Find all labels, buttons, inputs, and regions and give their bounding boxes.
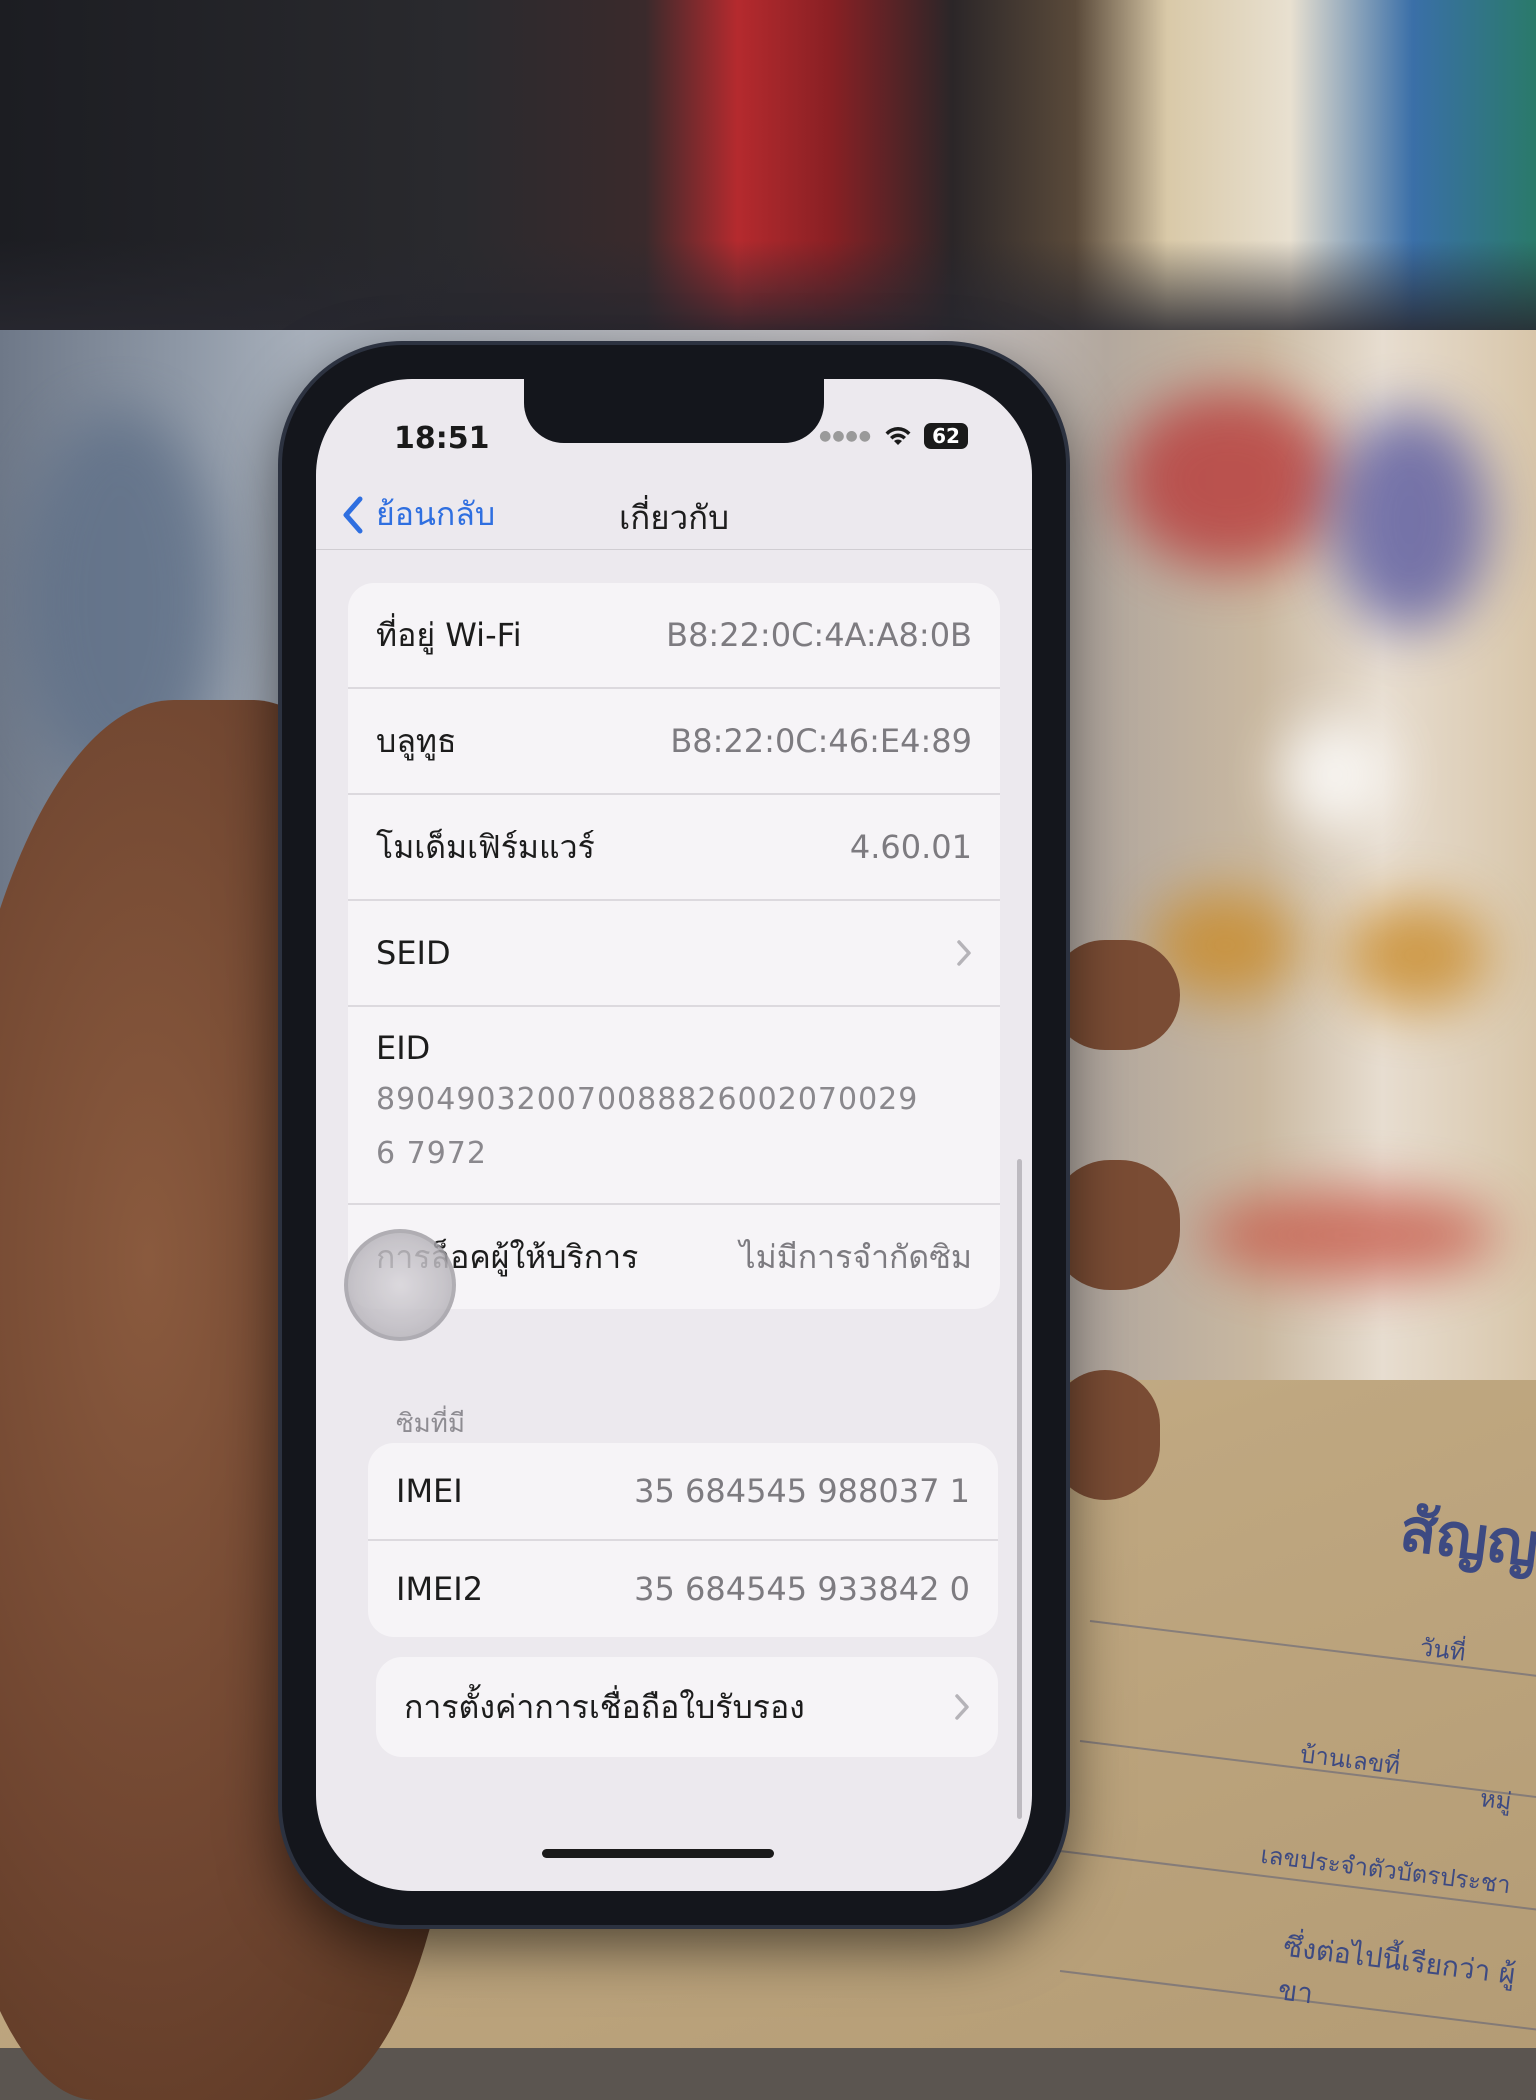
imei2-row: IMEI2 35 684545 933842 0 (368, 1541, 998, 1637)
row-value[interactable]: 35 684545 933842 0 (634, 1570, 970, 1608)
paper-line-text: วันที่ (1418, 1633, 1468, 1667)
notch (524, 379, 824, 443)
cellular-signal-icon: ●●●● (819, 428, 872, 444)
row-label: SEID (376, 934, 451, 972)
device-info-group: ที่อยู่ Wi-Fi B8:22:0C:4A:A8:0B บลูทูธ B… (348, 583, 1000, 1309)
row-value[interactable]: B8:22:0C:46:E4:89 (670, 722, 972, 760)
row-value[interactable]: 4.60.01 (850, 828, 972, 866)
row-label: IMEI (396, 1472, 463, 1510)
row-value: ไม่มีการจำกัดซิม (739, 1237, 973, 1276)
row-label: IMEI2 (396, 1570, 484, 1608)
row-label: บลูทูธ (376, 721, 457, 760)
row-label: EID (376, 1029, 431, 1067)
status-time: 18:51 (394, 421, 490, 456)
finger (1050, 940, 1180, 1050)
eid-row: EID 8904903200700888260020700296 7972 (348, 1007, 1000, 1205)
background-shelf (0, 0, 1536, 330)
seid-row[interactable]: SEID (348, 901, 1000, 1007)
page-title: เกี่ยวกับ (618, 498, 730, 537)
row-label: การตั้งค่าการเชื่อถือใบรับรอง (404, 1687, 805, 1726)
status-indicators: ●●●● 62 (819, 423, 968, 449)
sim-group: IMEI 35 684545 988037 1 IMEI2 35 684545 … (368, 1443, 998, 1637)
certificate-trust-settings-row[interactable]: การตั้งค่าการเชื่อถือใบรับรอง (376, 1657, 998, 1757)
battery-icon: 62 (924, 423, 968, 449)
chevron-right-icon (955, 1694, 969, 1720)
row-label: โมเด็มเฟิร์มแวร์ (376, 827, 595, 866)
paper-heading: สัญญ (1396, 1494, 1536, 1582)
modem-firmware-row: โมเด็มเฟิร์มแวร์ 4.60.01 (348, 795, 1000, 901)
paper-line-text: หมู่ (1478, 1784, 1514, 1816)
wifi-address-row: ที่อยู่ Wi-Fi B8:22:0C:4A:A8:0B (348, 583, 1000, 689)
row-label: ที่อยู่ Wi-Fi (376, 615, 522, 654)
finger (1050, 1160, 1180, 1290)
section-header-available-sim: ซิมที่มี (396, 1409, 466, 1439)
eid-value[interactable]: 8904903200700888260020700296 7972 (376, 1073, 936, 1181)
bluetooth-row: บลูทูธ B8:22:0C:46:E4:89 (348, 689, 1000, 795)
finger (1050, 1370, 1160, 1500)
home-indicator[interactable] (542, 1849, 774, 1858)
row-value[interactable]: B8:22:0C:4A:A8:0B (666, 616, 972, 654)
imei-row: IMEI 35 684545 988037 1 (368, 1443, 998, 1541)
paper-line-text: ซึ่งต่อไปนี้เรียกว่า ผู้ขา (1276, 1929, 1518, 2011)
iphone: 18:51 ●●●● 62 ย้อนกลับ เกี่ยวกับ ที่อยู่… (282, 345, 1066, 1925)
paper-line-text: บ้านเลขที่ (1298, 1739, 1402, 1781)
navigation-bar: ย้อนกลับ เกี่ยวกับ (316, 479, 1032, 550)
wifi-icon (885, 427, 911, 445)
certificate-trust-group: การตั้งค่าการเชื่อถือใบรับรอง (376, 1657, 998, 1757)
chevron-right-icon (957, 940, 971, 966)
paper-line-text: เลขประจำตัวบัตรประชา (1259, 1840, 1513, 1900)
scroll-indicator[interactable] (1017, 1159, 1022, 1819)
row-value[interactable]: 35 684545 988037 1 (634, 1472, 970, 1510)
assistive-touch-button[interactable] (344, 1229, 456, 1341)
screen: 18:51 ●●●● 62 ย้อนกลับ เกี่ยวกับ ที่อยู่… (316, 379, 1032, 1891)
